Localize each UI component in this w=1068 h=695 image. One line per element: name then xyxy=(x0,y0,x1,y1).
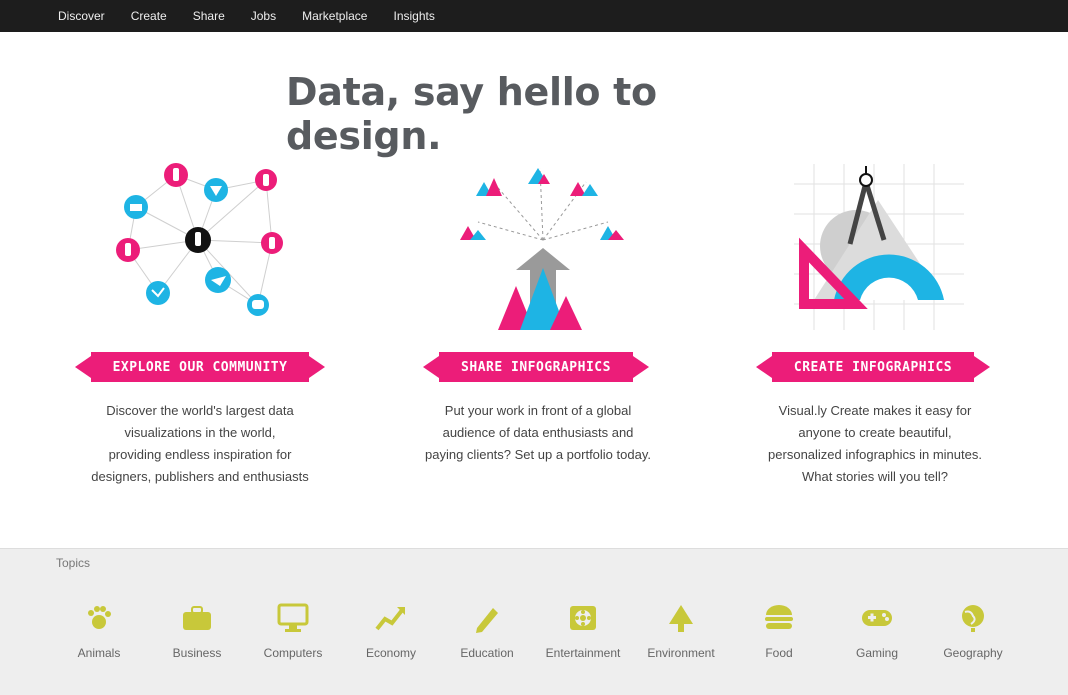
category-label: Animals xyxy=(77,646,121,660)
burger-icon xyxy=(761,600,797,636)
create-infographics-image xyxy=(794,164,964,330)
category-label: Education xyxy=(460,646,514,660)
nav-marketplace-button[interactable]: Marketplace xyxy=(302,9,367,23)
description-line: Visual.ly Create makes it easy for xyxy=(778,403,972,418)
description-line: personalized infographics in minutes. xyxy=(768,447,982,462)
create-infographics-label: CREATE INFOGRAPHICS xyxy=(793,359,953,375)
share-infographics-label: SHARE INFOGRAPHICS xyxy=(461,359,611,375)
nav-share-button[interactable]: Share xyxy=(193,9,225,23)
create-infographics-ribbon: CREATE INFOGRAPHICS xyxy=(728,352,1018,382)
community-description: Discover the world's largest data visual… xyxy=(56,400,344,488)
category-label: Environment xyxy=(647,646,715,660)
category-heading: Topics xyxy=(56,556,91,570)
nav-jobs-button[interactable]: Jobs xyxy=(251,9,276,23)
category-animals[interactable]: Animals xyxy=(54,600,144,670)
hero-heading: Data, say hello to design. xyxy=(286,70,657,158)
community-network-image xyxy=(116,163,283,316)
description-line: designers, publishers and enthusiasts xyxy=(91,469,309,484)
share-description: Put your work in front of a global audie… xyxy=(392,400,684,466)
share-infographics-button[interactable]: SHARE INFOGRAPHICS xyxy=(423,352,649,382)
tree-icon xyxy=(663,600,699,636)
category-entertainment[interactable]: Entertainment xyxy=(538,600,628,670)
pencil-icon xyxy=(469,600,505,636)
briefcase-icon xyxy=(179,600,215,636)
category-business[interactable]: Business xyxy=(152,600,242,670)
nav-create-button[interactable]: Create xyxy=(131,9,167,23)
category-label: Entertainment xyxy=(545,646,621,660)
nav-insights-button[interactable]: Insights xyxy=(393,9,434,23)
explore-community-label: EXPLORE OUR COMMUNITY xyxy=(112,359,288,375)
gamepad-icon xyxy=(859,600,895,636)
film-reel-icon xyxy=(565,600,601,636)
category-environment[interactable]: Environment xyxy=(636,600,726,670)
description-line: Discover the world's largest data xyxy=(106,403,294,418)
category-label: Geography xyxy=(943,646,1003,660)
share-infographics-image xyxy=(460,167,624,330)
description-line: Put your work in front of a global xyxy=(444,403,632,418)
category-label: Business xyxy=(172,646,222,660)
description-line: paying clients? Set up a portfolio today… xyxy=(425,447,651,462)
description-line: providing endless inspiration for xyxy=(108,447,292,462)
globe-icon xyxy=(955,600,991,636)
category-food[interactable]: Food xyxy=(734,600,824,670)
category-education[interactable]: Education xyxy=(442,600,532,670)
category-label: Economy xyxy=(365,646,417,660)
category-label: Food xyxy=(765,646,793,660)
explore-community-button[interactable]: EXPLORE OUR COMMUNITY xyxy=(74,352,326,382)
category-gaming[interactable]: Gaming xyxy=(832,600,922,670)
category-label: Computers xyxy=(263,646,323,660)
description-line: anyone to create beautiful, xyxy=(798,425,952,440)
chart-up-icon xyxy=(373,600,409,636)
category-computers[interactable]: Computers xyxy=(248,600,338,670)
top-nav: Discover Create Share Jobs Marketplace I… xyxy=(0,0,1068,32)
category-geography[interactable]: Geography xyxy=(928,600,1018,670)
paw-icon xyxy=(81,600,117,636)
category-label: Gaming xyxy=(855,646,899,660)
create-description: Visual.ly Create makes it easy for anyon… xyxy=(730,400,1020,488)
create-infographics-button[interactable]: CREATE INFOGRAPHICS xyxy=(755,352,991,382)
description-line: audience of data enthusiasts and xyxy=(442,425,634,440)
description-line: visualizations in the world, xyxy=(124,425,276,440)
category-economy[interactable]: Economy xyxy=(346,600,436,670)
description-line: What stories will you tell? xyxy=(802,469,948,484)
explore-community-ribbon: EXPLORE OUR COMMUNITY xyxy=(56,352,344,382)
monitor-icon xyxy=(275,600,311,636)
nav-discover-button[interactable]: Discover xyxy=(58,9,105,23)
share-infographics-ribbon: SHARE INFOGRAPHICS xyxy=(390,352,682,382)
